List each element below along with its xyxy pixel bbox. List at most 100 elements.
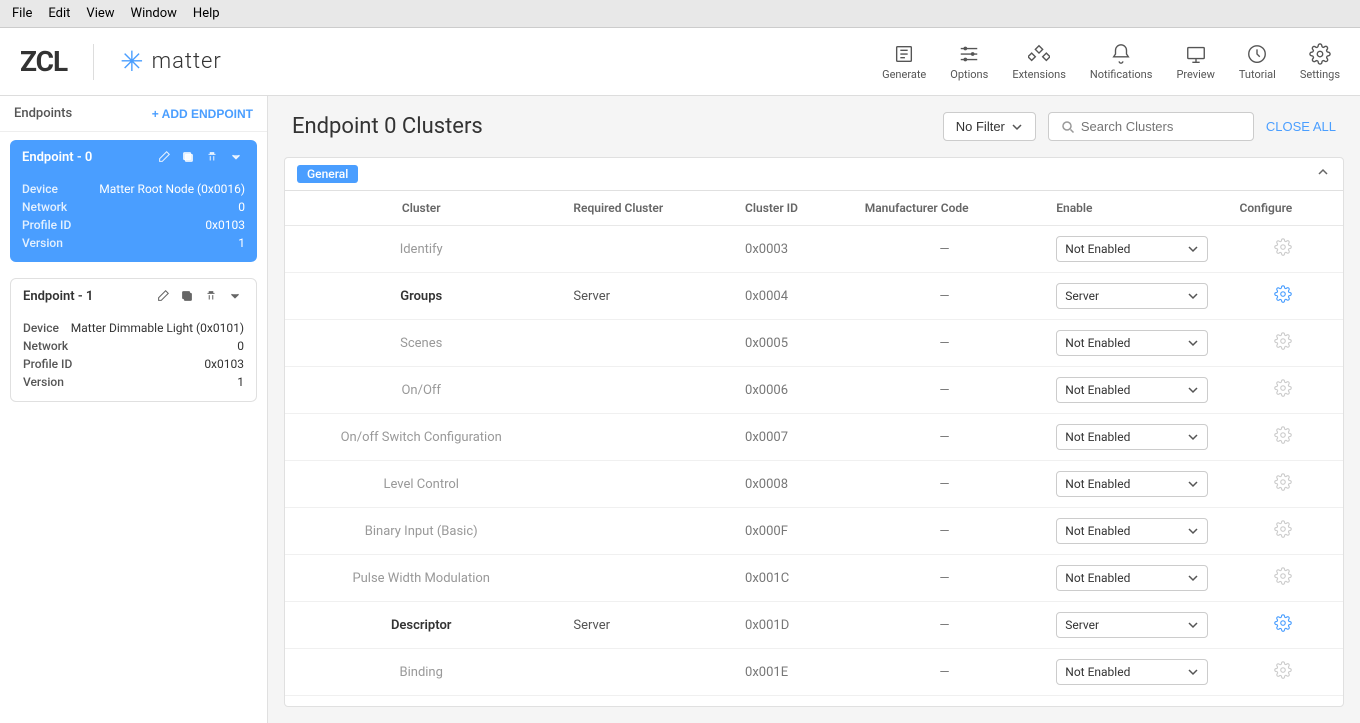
ep-label-profile-0: Profile ID [22, 218, 71, 232]
cell-manufacturer-4: — [849, 414, 1041, 461]
configure-icon-7 [1274, 567, 1292, 585]
menu-view[interactable]: View [86, 6, 114, 21]
ep-row-network-0: Network 0 [22, 198, 245, 216]
endpoint-header-1[interactable]: Endpoint - 1 [11, 279, 256, 313]
delete-endpoint-1-button[interactable] [202, 287, 220, 305]
cell-cluster-5: Level Control [285, 461, 557, 508]
cell-configure-9 [1224, 649, 1343, 696]
edit-endpoint-0-button[interactable] [155, 148, 173, 166]
endpoint-card-0: Endpoint - 0 [10, 140, 257, 262]
cell-configure-6 [1224, 508, 1343, 555]
collapse-endpoint-1-button[interactable] [226, 287, 244, 305]
table-row: Level Control 0x0008 — Not Enabled [285, 461, 1343, 508]
cell-id-1: 0x0004 [729, 273, 849, 320]
toolbar: ZCL ✳ matter Generate Options Extensions [0, 28, 1360, 96]
cell-required-4 [557, 414, 729, 461]
cell-enable-2: Not Enabled [1040, 320, 1223, 367]
configure-icon-8[interactable] [1274, 614, 1292, 632]
menu-help[interactable]: Help [193, 6, 220, 21]
cell-manufacturer-0: — [849, 226, 1041, 273]
table-row: Binding 0x001E — Not Enabled [285, 649, 1343, 696]
preview-action[interactable]: Preview [1176, 43, 1214, 81]
col-configure: Configure [1224, 191, 1343, 226]
collapse-endpoint-0-button[interactable] [227, 148, 245, 166]
cell-cluster-8: Descriptor [285, 602, 557, 649]
cell-required-9 [557, 649, 729, 696]
add-endpoint-button[interactable]: + ADD ENDPOINT [152, 107, 253, 121]
cell-enable-5: Not Enabled [1040, 461, 1223, 508]
enable-value-0: Not Enabled [1065, 242, 1130, 256]
cell-required-7 [557, 555, 729, 602]
cell-cluster-7: Pulse Width Modulation [285, 555, 557, 602]
endpoint-header-0[interactable]: Endpoint - 0 [10, 140, 257, 174]
notifications-action[interactable]: Notifications [1090, 43, 1153, 81]
cell-cluster-3: On/Off [285, 367, 557, 414]
enable-select-1[interactable]: Server [1056, 283, 1207, 309]
cell-enable-7: Not Enabled [1040, 555, 1223, 602]
enable-select-9[interactable]: Not Enabled [1056, 659, 1207, 685]
enable-value-4: Not Enabled [1065, 430, 1130, 444]
configure-icon-0 [1274, 238, 1292, 256]
ep-row-profile-1: Profile ID 0x0103 [23, 355, 244, 373]
settings-action[interactable]: Settings [1300, 43, 1340, 81]
enable-dropdown-icon-6 [1187, 525, 1199, 537]
cell-configure-1 [1224, 273, 1343, 320]
ep-label-device-1: Device [23, 321, 59, 335]
ep-label-network-1: Network [23, 339, 68, 353]
enable-select-6[interactable]: Not Enabled [1056, 518, 1207, 544]
cell-id-6: 0x000F [729, 508, 849, 555]
cell-enable-0: Not Enabled [1040, 226, 1223, 273]
enable-select-7[interactable]: Not Enabled [1056, 565, 1207, 591]
cluster-table: Cluster Required Cluster Cluster ID Manu… [285, 191, 1343, 706]
enable-select-0[interactable]: Not Enabled [1056, 236, 1207, 262]
enable-dropdown-icon-8 [1187, 619, 1199, 631]
enable-select-8[interactable]: Server [1056, 612, 1207, 638]
cell-cluster-2: Scenes [285, 320, 557, 367]
copy-endpoint-0-button[interactable] [179, 148, 197, 166]
table-row: Descriptor Server 0x001D — Server [285, 602, 1343, 649]
enable-select-4[interactable]: Not Enabled [1056, 424, 1207, 450]
cell-required-8: Server [557, 602, 729, 649]
toolbar-left: ZCL ✳ matter [20, 44, 222, 80]
search-input[interactable] [1081, 119, 1241, 134]
copy-endpoint-1-button[interactable] [178, 287, 196, 305]
page-title: Endpoint 0 Clusters [292, 114, 483, 139]
table-row: On/Off 0x0006 — Not Enabled [285, 367, 1343, 414]
cluster-table-body: Identify 0x0003 — Not Enabled Groups Ser… [285, 226, 1343, 696]
enable-select-3[interactable]: Not Enabled [1056, 377, 1207, 403]
tutorial-action[interactable]: Tutorial [1239, 43, 1276, 81]
search-icon [1061, 120, 1075, 134]
menu-window[interactable]: Window [131, 6, 177, 21]
cell-manufacturer-2: — [849, 320, 1041, 367]
options-action[interactable]: Options [950, 43, 988, 81]
edit-endpoint-1-button[interactable] [154, 287, 172, 305]
ep-value-device-0: Matter Root Node (0x0016) [99, 182, 245, 196]
endpoint-actions-0 [155, 148, 245, 166]
cell-configure-8 [1224, 602, 1343, 649]
extensions-label: Extensions [1012, 68, 1066, 81]
filter-button[interactable]: No Filter [943, 112, 1036, 141]
cell-enable-9: Not Enabled [1040, 649, 1223, 696]
ep-value-network-0: 0 [238, 200, 245, 214]
cell-configure-4 [1224, 414, 1343, 461]
generate-action[interactable]: Generate [882, 43, 926, 81]
cell-configure-7 [1224, 555, 1343, 602]
section-collapse-button[interactable] [1315, 164, 1331, 184]
col-manufacturer: Manufacturer Code [849, 191, 1041, 226]
cell-cluster-6: Binary Input (Basic) [285, 508, 557, 555]
content-header: Endpoint 0 Clusters No Filter CLOSE ALL [268, 96, 1360, 157]
section-header: General [285, 158, 1343, 191]
cell-id-8: 0x001D [729, 602, 849, 649]
enable-value-1: Server [1065, 289, 1099, 303]
close-all-button[interactable]: CLOSE ALL [1266, 119, 1336, 134]
configure-icon-1[interactable] [1274, 285, 1292, 303]
cell-manufacturer-1: — [849, 273, 1041, 320]
enable-select-2[interactable]: Not Enabled [1056, 330, 1207, 356]
extensions-action[interactable]: Extensions [1012, 43, 1066, 81]
section-tag: General [297, 165, 358, 183]
menu-file[interactable]: File [12, 6, 32, 21]
enable-select-5[interactable]: Not Enabled [1056, 471, 1207, 497]
configure-icon-3 [1274, 379, 1292, 397]
delete-endpoint-0-button[interactable] [203, 148, 221, 166]
menu-edit[interactable]: Edit [48, 6, 70, 21]
